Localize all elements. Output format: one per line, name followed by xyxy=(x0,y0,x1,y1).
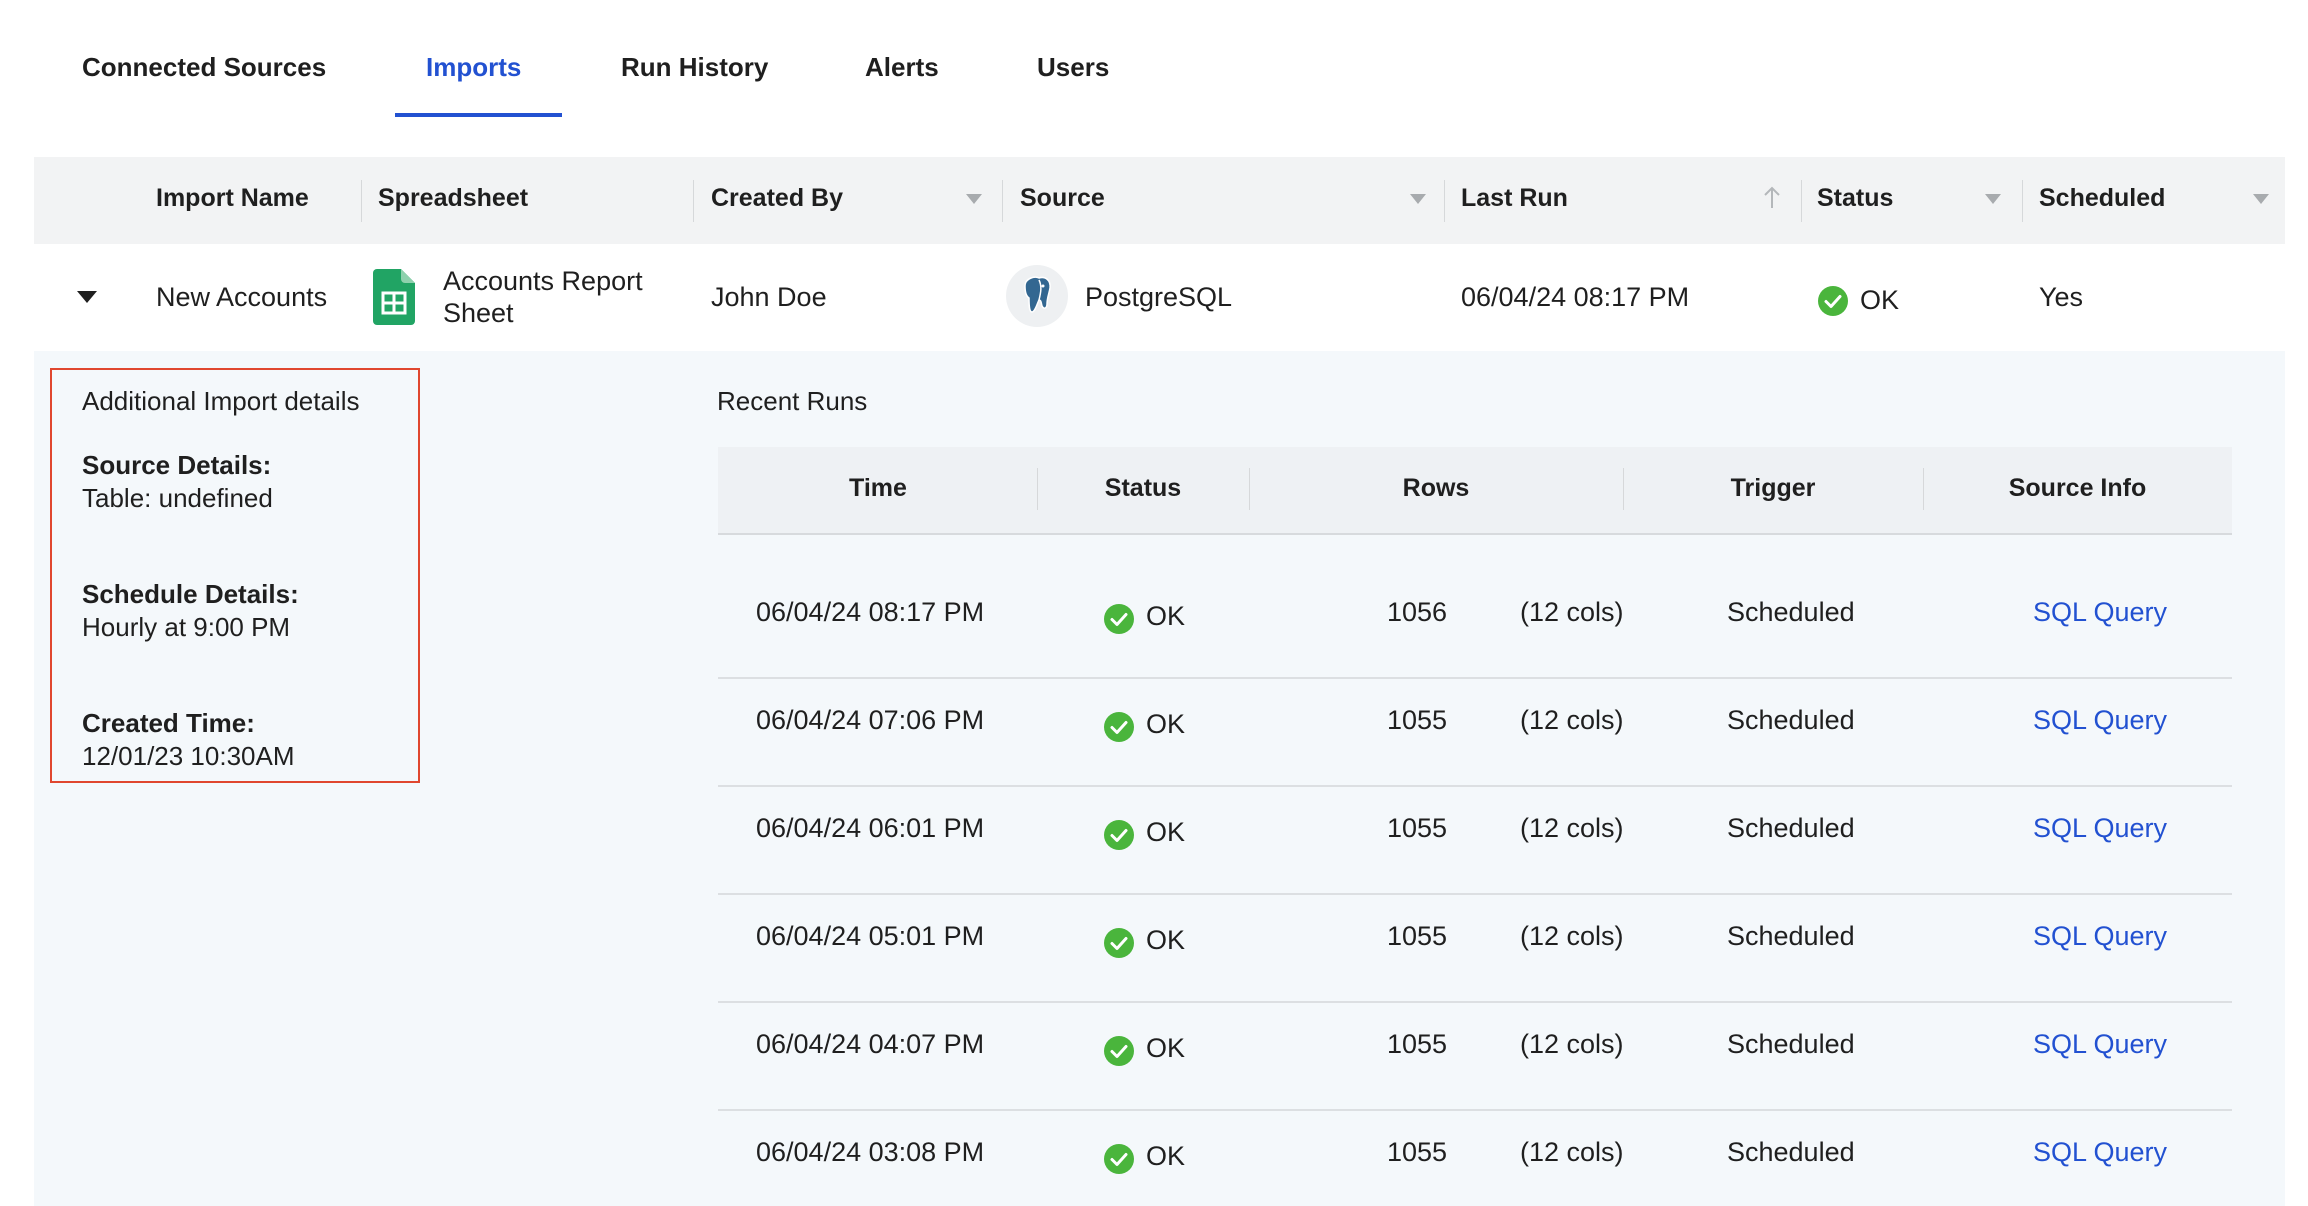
row-divider xyxy=(718,1001,2232,1003)
column-header-source[interactable]: Source xyxy=(1020,184,1105,213)
column-divider xyxy=(693,180,694,222)
column-header-status[interactable]: Status xyxy=(1817,184,1893,213)
source-details-value: Table: undefined xyxy=(82,483,273,513)
run-status: OK xyxy=(1146,925,1186,955)
check-circle-icon xyxy=(1104,1144,1134,1174)
column-header-import-name[interactable]: Import Name xyxy=(156,184,309,213)
runs-header-source-info: Source Info xyxy=(2008,474,2147,502)
run-cols: (12 cols) xyxy=(1520,1137,1624,1167)
caret-down-icon[interactable] xyxy=(76,290,98,304)
check-circle-icon xyxy=(1104,604,1134,634)
tab-alerts[interactable]: Alerts xyxy=(865,52,939,83)
sql-query-link[interactable]: SQL Query xyxy=(2033,705,2167,736)
last-run: 06/04/24 08:17 PM xyxy=(1461,282,1690,312)
run-time: 06/04/24 03:08 PM xyxy=(756,1137,985,1167)
run-status: OK xyxy=(1146,709,1186,739)
run-rows: 1055 xyxy=(1387,1137,1448,1167)
chevron-down-icon[interactable] xyxy=(966,194,982,204)
run-status: OK xyxy=(1146,601,1186,631)
sql-query-link[interactable]: SQL Query xyxy=(2033,813,2167,844)
chevron-down-icon[interactable] xyxy=(1410,194,1426,204)
created-time-value: 12/01/23 10:30AM xyxy=(82,741,295,771)
run-time: 06/04/24 06:01 PM xyxy=(756,813,985,843)
recent-runs-title: Recent Runs xyxy=(717,386,868,416)
chevron-down-icon[interactable] xyxy=(2253,194,2269,204)
run-trigger: Scheduled xyxy=(1727,1137,1855,1167)
row-divider xyxy=(718,893,2232,895)
runs-header-trigger: Trigger xyxy=(1730,474,1816,502)
details-title: Additional Import details xyxy=(82,386,360,416)
runs-header-time: Time xyxy=(849,474,907,502)
run-cols: (12 cols) xyxy=(1520,597,1624,627)
runs-header-rows: Rows xyxy=(1402,474,1470,502)
column-divider xyxy=(1444,180,1445,222)
sql-query-link[interactable]: SQL Query xyxy=(2033,1137,2167,1168)
run-status: OK xyxy=(1146,1033,1186,1063)
sql-query-link[interactable]: SQL Query xyxy=(2033,1029,2167,1060)
run-cols: (12 cols) xyxy=(1520,921,1624,951)
run-status: OK xyxy=(1146,817,1186,847)
check-circle-icon xyxy=(1104,712,1134,742)
row-divider xyxy=(718,785,2232,787)
run-rows: 1055 xyxy=(1387,813,1448,843)
column-divider xyxy=(361,180,362,222)
spreadsheet-name-line2[interactable]: Sheet xyxy=(443,298,514,329)
created-time-label: Created Time: xyxy=(82,708,255,738)
google-sheets-icon xyxy=(373,269,415,325)
schedule-details-value: Hourly at 9:00 PM xyxy=(82,612,291,642)
run-time: 06/04/24 08:17 PM xyxy=(756,597,985,627)
check-circle-icon xyxy=(1104,928,1134,958)
schedule-details-label: Schedule Details: xyxy=(82,579,299,609)
column-divider xyxy=(2022,180,2023,222)
column-divider xyxy=(1801,180,1802,222)
import-name[interactable]: New Accounts xyxy=(156,282,327,313)
column-header-spreadsheet[interactable]: Spreadsheet xyxy=(378,184,528,213)
tab-connected-sources[interactable]: Connected Sources xyxy=(82,52,326,83)
source-details-label: Source Details: xyxy=(82,450,272,480)
tab-run-history[interactable]: Run History xyxy=(621,52,768,83)
scheduled-value: Yes xyxy=(2039,282,2084,312)
check-circle-icon xyxy=(1104,820,1134,850)
column-header-scheduled[interactable]: Scheduled xyxy=(2039,184,2165,213)
run-cols: (12 cols) xyxy=(1520,705,1624,735)
run-trigger: Scheduled xyxy=(1727,597,1855,627)
runs-header-status: Status xyxy=(1104,474,1182,502)
run-time: 06/04/24 05:01 PM xyxy=(756,921,985,951)
run-rows: 1055 xyxy=(1387,921,1448,951)
column-header-last-run[interactable]: Last Run xyxy=(1461,184,1568,213)
arrow-up-icon[interactable] xyxy=(1763,186,1781,210)
run-cols: (12 cols) xyxy=(1520,1029,1624,1059)
run-rows: 1055 xyxy=(1387,705,1448,735)
run-cols: (12 cols) xyxy=(1520,813,1624,843)
column-divider xyxy=(1002,180,1003,222)
column-header-created-by[interactable]: Created By xyxy=(711,184,843,213)
source-name: PostgreSQL xyxy=(1085,282,1233,312)
run-trigger: Scheduled xyxy=(1727,813,1855,843)
row-divider xyxy=(718,677,2232,679)
check-circle-icon xyxy=(1818,286,1848,316)
postgresql-elephant-icon xyxy=(1006,265,1068,327)
active-tab-indicator xyxy=(395,113,562,117)
spreadsheet-name-line1[interactable]: Accounts Report xyxy=(443,266,643,297)
run-trigger: Scheduled xyxy=(1727,705,1855,735)
run-time: 06/04/24 04:07 PM xyxy=(756,1029,985,1059)
imports-table-header xyxy=(34,157,2285,244)
tab-users[interactable]: Users xyxy=(1037,52,1109,83)
run-time: 06/04/24 07:06 PM xyxy=(756,705,985,735)
status-text: OK xyxy=(1860,285,1900,315)
run-trigger: Scheduled xyxy=(1727,1029,1855,1059)
chevron-down-icon[interactable] xyxy=(1985,194,2001,204)
tab-imports[interactable]: Imports xyxy=(426,52,521,83)
run-status: OK xyxy=(1146,1141,1186,1171)
check-circle-icon xyxy=(1104,1036,1134,1066)
row-divider xyxy=(718,1109,2232,1111)
sql-query-link[interactable]: SQL Query xyxy=(2033,597,2167,628)
run-rows: 1055 xyxy=(1387,1029,1448,1059)
created-by: John Doe xyxy=(711,282,827,312)
run-rows: 1056 xyxy=(1387,597,1448,627)
sql-query-link[interactable]: SQL Query xyxy=(2033,921,2167,952)
run-trigger: Scheduled xyxy=(1727,921,1855,951)
